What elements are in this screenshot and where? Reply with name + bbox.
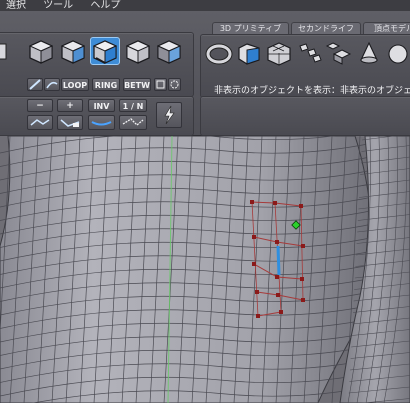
viewport-canvas[interactable] [0, 136, 410, 403]
empty-panel [200, 96, 410, 136]
shrink-icon [60, 119, 80, 127]
menu-bar: 選択 ツール ヘルプ [0, 0, 410, 11]
object-icon [0, 43, 7, 60]
cone-button[interactable] [355, 40, 383, 66]
one-of-n-button[interactable]: 1 / N [119, 99, 147, 112]
lasso-icon [46, 81, 58, 89]
torus-icon [205, 43, 233, 65]
hidden-objects-status: 非表示のオブジェクトを表示：非表示のオブジェクト [214, 86, 410, 96]
sphere-icon [388, 44, 408, 64]
sphere-button[interactable] [384, 40, 410, 66]
3d-viewport[interactable] [0, 136, 410, 403]
selected-edge [276, 245, 281, 276]
minus-button[interactable]: − [27, 99, 53, 112]
torus-button[interactable] [205, 40, 233, 66]
vertex-cube-icon [28, 40, 54, 64]
path-icon [122, 118, 144, 126]
menu-select[interactable]: 選択 [6, 0, 26, 11]
edge-cube-icon [60, 40, 86, 64]
invert-button[interactable]: INV [88, 99, 115, 112]
face-cube-icon [92, 40, 118, 64]
cone-icon [360, 41, 378, 64]
select-vertex-button[interactable] [27, 38, 55, 64]
lasso-select-button[interactable] [44, 78, 60, 91]
rectangle-icon [156, 80, 165, 89]
lightning-button[interactable] [156, 102, 182, 128]
select-face-button[interactable] [90, 37, 120, 65]
grid-cube-button[interactable] [265, 40, 293, 66]
shape-set-icon [325, 42, 352, 65]
grid-cube-icon [267, 42, 291, 66]
toolbar: LOOP RING BETW − + INV 1 / N 3D プリミティブ セ… [0, 11, 410, 136]
lightning-icon [164, 105, 175, 125]
circle-select-button[interactable] [168, 78, 181, 91]
grow-icon [30, 119, 50, 126]
polygon-cube-icon [125, 40, 151, 64]
select-polygon-button[interactable] [124, 38, 152, 64]
loop-button[interactable]: LOOP [61, 78, 89, 91]
app-window: 選択 ツール ヘルプ LOOP RING BETW − + INV 1 / N … [0, 0, 410, 403]
brush-icon [29, 79, 41, 90]
select-object-button[interactable] [0, 38, 9, 64]
circle-icon [170, 80, 179, 89]
shrink-select-button[interactable] [57, 115, 83, 130]
expand-select-button[interactable] [88, 115, 115, 130]
rect-select-button[interactable] [154, 78, 167, 91]
scatter-cubes-icon [299, 43, 322, 63]
menu-help[interactable]: ヘルプ [90, 0, 120, 11]
select-edge-button[interactable] [59, 38, 87, 64]
paint-select-button[interactable] [27, 78, 43, 91]
expand-icon [91, 121, 112, 126]
grow-select-button[interactable] [27, 115, 53, 130]
select-element-button[interactable] [155, 38, 183, 64]
cube-icon [238, 43, 260, 65]
element-cube-icon [156, 40, 182, 64]
selection-panel: LOOP RING BETW [0, 32, 194, 97]
path-select-button[interactable] [119, 115, 147, 130]
shape-set-button[interactable] [325, 40, 353, 66]
cube-primitive-button[interactable] [235, 40, 263, 66]
edit-panel: − + INV 1 / N [0, 96, 194, 136]
between-button[interactable]: BETW [123, 78, 151, 91]
menu-tools[interactable]: ツール [43, 0, 73, 11]
ring-button[interactable]: RING [92, 78, 120, 91]
plus-button[interactable]: + [57, 99, 83, 112]
scatter-cubes-button[interactable] [295, 40, 323, 66]
